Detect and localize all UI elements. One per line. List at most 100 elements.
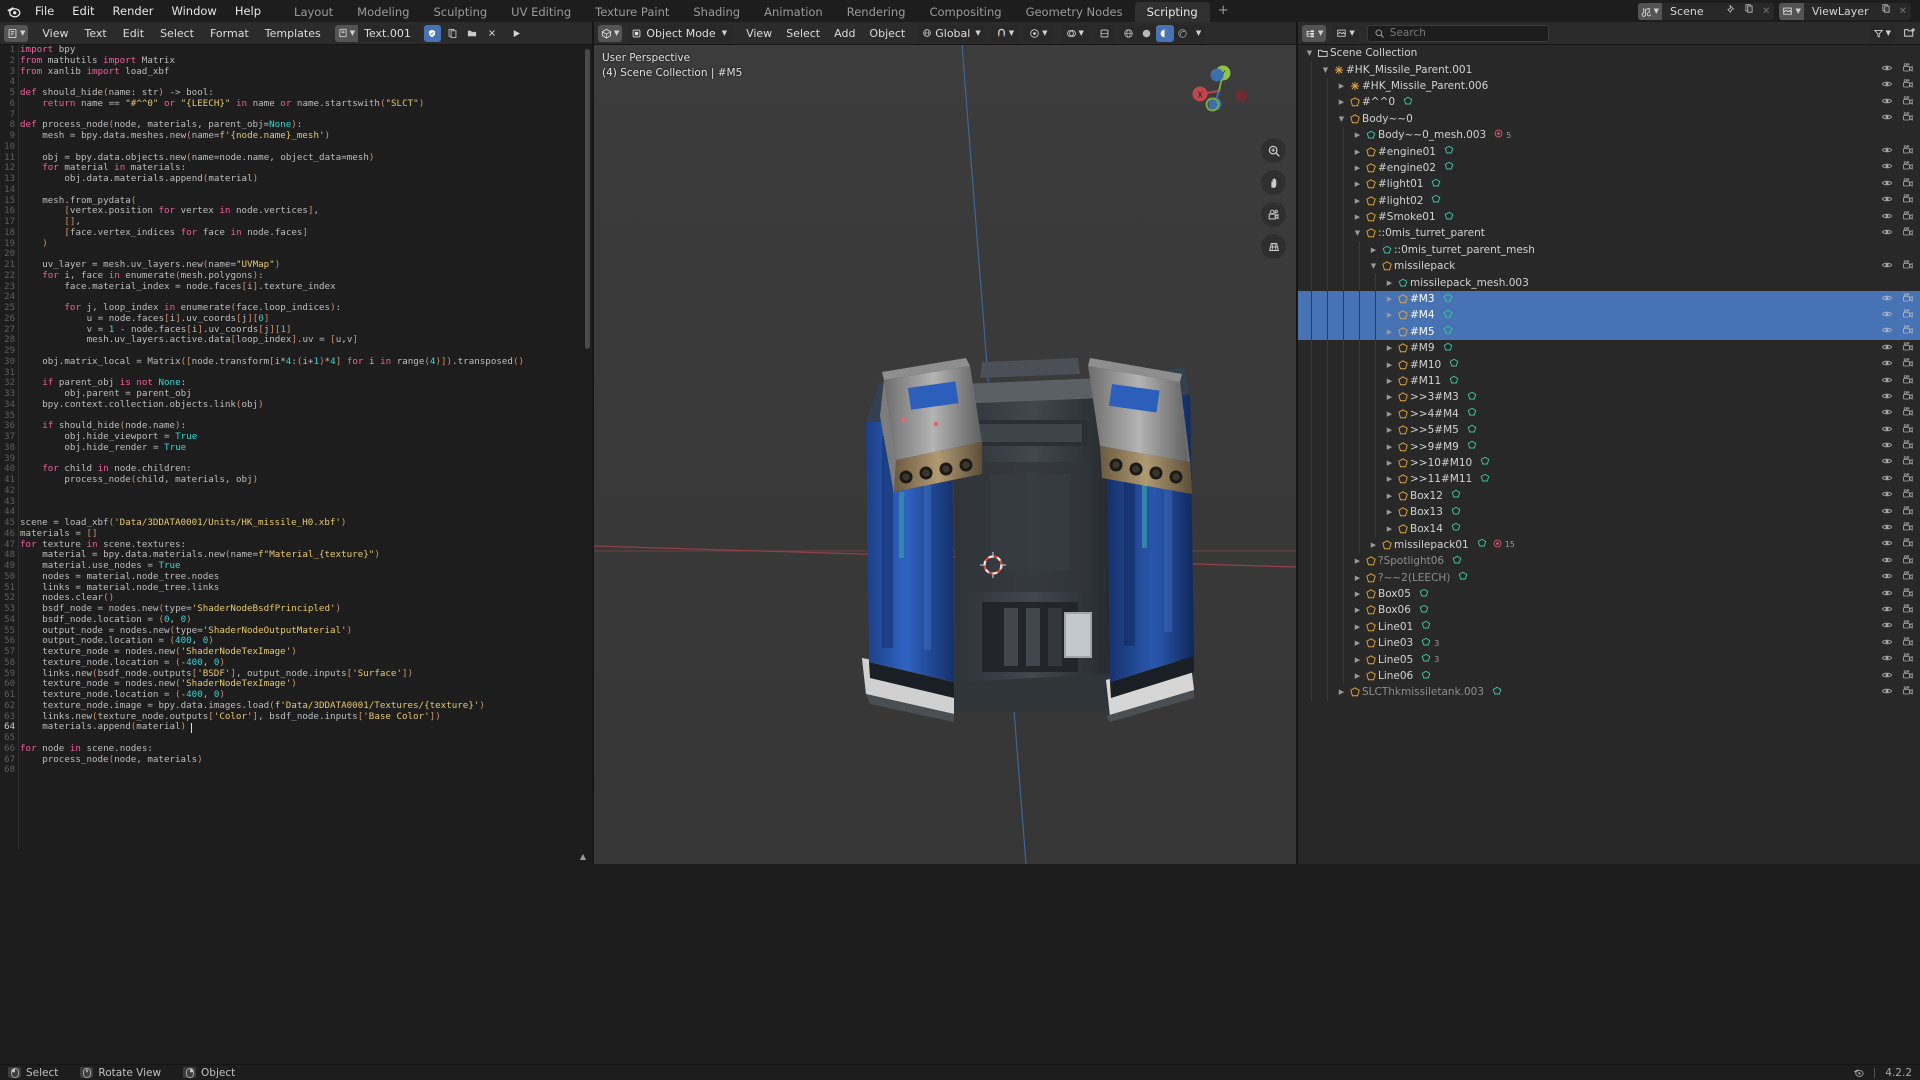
viewport-menu-add[interactable]: Add xyxy=(827,22,862,45)
eye-icon[interactable] xyxy=(1881,423,1893,438)
outliner-row-data-icons[interactable] xyxy=(1430,177,1442,192)
outliner-row-data-icons[interactable] xyxy=(1443,210,1455,225)
outliner-row[interactable]: ▶ Box12 xyxy=(1298,487,1920,504)
chevron-down-icon[interactable]: ▼ xyxy=(1352,229,1363,237)
eye-icon[interactable] xyxy=(1881,144,1893,159)
mesh-data-icon[interactable] xyxy=(1418,587,1430,602)
chevron-right-icon[interactable]: ▶ xyxy=(1384,492,1395,500)
code-area[interactable]: 1 import bpy 2 from mathutils import Matrix… xyxy=(0,45,592,849)
outliner-row-data-icons[interactable] xyxy=(1443,160,1455,175)
eye-icon[interactable] xyxy=(1881,455,1893,470)
mesh-data-icon[interactable] xyxy=(1466,423,1478,438)
chevron-right-icon[interactable]: ▶ xyxy=(1384,508,1395,516)
workspace-tab-rendering[interactable]: Rendering xyxy=(835,2,918,22)
mesh-data-icon[interactable] xyxy=(1402,95,1414,110)
outliner-row[interactable]: ▶ #M4 xyxy=(1298,307,1920,324)
outliner-row[interactable]: ▼ #HK_Missile_Parent.001 xyxy=(1298,61,1920,78)
chevron-right-icon[interactable]: ▶ xyxy=(1352,656,1363,664)
workspace-tab-compositing[interactable]: Compositing xyxy=(917,2,1013,22)
chevron-right-icon[interactable]: ▶ xyxy=(1352,639,1363,647)
zoom-icon[interactable] xyxy=(1261,138,1286,163)
chevron-right-icon[interactable]: ▶ xyxy=(1384,426,1395,434)
eye-icon[interactable] xyxy=(1881,324,1893,339)
camera-render-icon[interactable] xyxy=(1902,505,1914,520)
outliner-row-data-icons[interactable] xyxy=(1466,439,1478,454)
eye-icon[interactable] xyxy=(1881,62,1893,77)
outliner-row-data-icons[interactable] xyxy=(1442,341,1454,356)
text-menu-select[interactable]: Select xyxy=(152,22,202,45)
eye-icon[interactable] xyxy=(1881,554,1893,569)
outliner-row[interactable]: ▼ Body~~0 xyxy=(1298,110,1920,127)
workspace-tab-modeling[interactable]: Modeling xyxy=(345,2,421,22)
camera-render-icon[interactable] xyxy=(1902,259,1914,274)
outliner-row-data-icons[interactable] xyxy=(1442,324,1454,339)
outliner-row-data-icons[interactable] xyxy=(1442,308,1454,323)
text-datablock-icon[interactable]: ▼ xyxy=(334,24,359,42)
chevron-right-icon[interactable]: ▶ xyxy=(1336,688,1347,696)
scene-datablock-selector[interactable]: ▼ Scene ✕ xyxy=(1637,2,1775,20)
solid-shading-icon[interactable] xyxy=(1138,25,1156,42)
outliner-row-data-icons[interactable] xyxy=(1450,488,1462,503)
viewport-menu-object[interactable]: Object xyxy=(862,22,912,45)
eye-icon[interactable] xyxy=(1881,406,1893,421)
outliner-row[interactable]: ▶ >>11#M11 xyxy=(1298,471,1920,488)
workspace-tab-texture-paint[interactable]: Texture Paint xyxy=(583,2,681,22)
mesh-data-icon[interactable] xyxy=(1448,374,1460,389)
chevron-right-icon[interactable]: ▶ xyxy=(1352,590,1363,598)
scene-name[interactable]: Scene xyxy=(1662,2,1723,20)
outliner-row[interactable]: ▶ #engine02 xyxy=(1298,159,1920,177)
xray-toggle[interactable] xyxy=(1093,24,1115,42)
chevron-right-icon[interactable]: ▶ xyxy=(1384,443,1395,451)
eye-icon[interactable] xyxy=(1881,570,1893,585)
eye-icon[interactable] xyxy=(1881,669,1893,684)
mesh-data-icon[interactable] xyxy=(1451,554,1463,569)
material-preview-shading-icon[interactable] xyxy=(1155,24,1174,42)
eye-icon[interactable] xyxy=(1881,177,1893,192)
text-menu-edit[interactable]: Edit xyxy=(115,22,152,45)
outliner-row-data-icons[interactable] xyxy=(1466,423,1478,438)
outliner-row[interactable]: ▶ SLCThkmissiletank.003 xyxy=(1298,684,1920,701)
mesh-data-icon[interactable] xyxy=(1450,488,1462,503)
outliner-row-data-icons[interactable] xyxy=(1466,406,1478,421)
material-icon[interactable] xyxy=(1492,538,1503,552)
camera-render-icon[interactable] xyxy=(1902,570,1914,585)
camera-render-icon[interactable] xyxy=(1902,324,1914,339)
outliner-row-data-icons[interactable] xyxy=(1430,193,1442,208)
outliner-row[interactable]: ▶ >>5#M5 xyxy=(1298,421,1920,439)
text-datablock-name[interactable]: Text.001 xyxy=(358,24,421,42)
workspace-tab-shading[interactable]: Shading xyxy=(681,2,752,22)
mesh-data-icon[interactable] xyxy=(1442,324,1454,339)
eye-icon[interactable] xyxy=(1881,210,1893,225)
new-file-icon[interactable] xyxy=(444,25,461,42)
camera-render-icon[interactable] xyxy=(1902,537,1914,552)
chevron-right-icon[interactable]: ▶ xyxy=(1384,311,1395,319)
camera-render-icon[interactable] xyxy=(1902,521,1914,536)
menu-file[interactable]: File xyxy=(26,0,63,22)
eye-icon[interactable] xyxy=(1881,521,1893,536)
outliner-row[interactable]: ▶ #M11 xyxy=(1298,372,1920,390)
eye-icon[interactable] xyxy=(1881,488,1893,503)
interaction-mode-selector[interactable]: Object Mode ▼ xyxy=(628,24,734,42)
chevron-right-icon[interactable]: ▶ xyxy=(1368,246,1379,254)
chevron-right-icon[interactable]: ▶ xyxy=(1336,82,1347,90)
camera-render-icon[interactable] xyxy=(1902,357,1914,372)
outliner-row-data-icons[interactable] xyxy=(1420,636,1432,651)
scene-icon[interactable]: ▼ xyxy=(1637,2,1663,20)
menu-window[interactable]: Window xyxy=(162,0,225,22)
camera-render-icon[interactable] xyxy=(1902,111,1914,126)
menu-edit[interactable]: Edit xyxy=(63,0,103,22)
outliner-row-data-icons[interactable] xyxy=(1451,554,1463,569)
eye-icon[interactable] xyxy=(1881,537,1893,552)
outliner-row-data-icons[interactable] xyxy=(1448,357,1460,372)
outliner[interactable]: ▼ ▼ Search ▼ ▼ Scene Collection ▼ #HK_Missi… xyxy=(1298,22,1920,864)
mesh-data-icon[interactable] xyxy=(1457,570,1469,585)
outliner-row[interactable]: ▶ >>4#M4 xyxy=(1298,405,1920,422)
mesh-data-icon[interactable] xyxy=(1420,619,1432,634)
chevron-right-icon[interactable]: ▶ xyxy=(1384,459,1395,467)
chevron-right-icon[interactable]: ▶ xyxy=(1384,279,1395,287)
chevron-right-icon[interactable]: ▶ xyxy=(1384,344,1395,352)
mesh-data-icon[interactable] xyxy=(1479,472,1491,487)
outliner-row-data-icons[interactable] xyxy=(1420,619,1432,634)
chevron-right-icon[interactable]: ▶ xyxy=(1352,672,1363,680)
eye-icon[interactable] xyxy=(1881,308,1893,323)
